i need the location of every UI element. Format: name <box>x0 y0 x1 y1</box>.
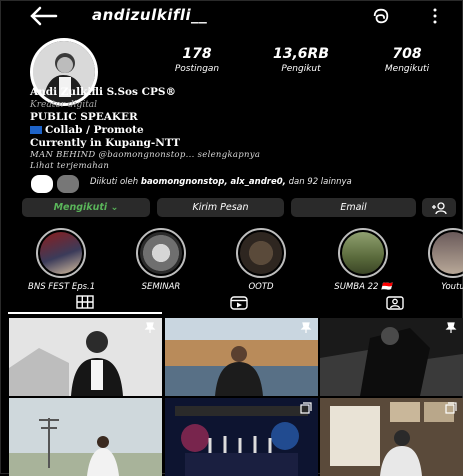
tagged-icon <box>386 296 404 310</box>
pin-icon <box>445 322 457 333</box>
stat-posts[interactable]: 178 Postingan <box>152 46 242 74</box>
bio-translate-link[interactable]: Lihat terjemahan <box>30 161 109 171</box>
post-tile-4[interactable] <box>9 398 162 476</box>
profile-username: andizulkifli__ <box>92 6 208 24</box>
highlight-label: SUMBA 22 🇮🇩 <box>334 282 392 292</box>
post-image <box>9 398 162 476</box>
more-vertical-icon[interactable] <box>432 8 438 24</box>
followed-by-prefix: Diikuti oleh <box>90 177 141 187</box>
stat-following-label: Mengikuti <box>384 64 430 74</box>
bio-line-4[interactable]: MAN BEHIND @baomongnonstop... selengkapn… <box>30 150 260 160</box>
followed-by-avatars[interactable] <box>30 174 82 194</box>
post-tile-6[interactable] <box>320 398 463 476</box>
highlight-youtube[interactable]: Youtu <box>420 228 463 292</box>
highlight-ring <box>428 228 463 278</box>
add-person-icon <box>432 201 447 214</box>
post-tile-2[interactable] <box>165 318 318 396</box>
following-button[interactable]: Mengikuti ⌄ <box>22 198 150 217</box>
grid-icon <box>76 295 94 309</box>
highlight-ring <box>236 228 286 278</box>
highlight-seminar[interactable]: SEMINAR <box>128 228 194 292</box>
add-person-button[interactable] <box>422 198 456 217</box>
highlight-ring <box>136 228 186 278</box>
tab-posts-grid[interactable] <box>8 292 162 314</box>
highlight-image <box>432 232 463 274</box>
post-image <box>320 318 463 396</box>
highlight-image <box>40 232 82 274</box>
stat-followers[interactable]: 13,6RB Pengikut <box>256 46 346 74</box>
pin-icon <box>300 322 312 333</box>
bio-line-2: Collab / Promote <box>30 124 144 136</box>
tab-tagged[interactable] <box>318 292 463 314</box>
profile-header: andizulkifli__ <box>0 0 463 34</box>
follower-avatar-2 <box>56 174 80 194</box>
threads-icon[interactable] <box>372 7 390 25</box>
post-tile-5[interactable] <box>165 398 318 476</box>
post-image <box>9 318 162 396</box>
highlight-label: BNS FEST Eps.1 <box>28 282 96 292</box>
carousel-icon <box>300 402 312 414</box>
highlight-image <box>240 232 282 274</box>
highlight-bns-fest[interactable]: BNS FEST Eps.1 <box>28 228 96 292</box>
followed-by-suffix: dan 92 lainnya <box>285 177 352 187</box>
post-image <box>165 318 318 396</box>
followed-by-text[interactable]: Diikuti oleh baomongnonstop, alx_andre0,… <box>90 177 352 187</box>
post-tile-3[interactable] <box>320 318 463 396</box>
highlight-image <box>342 232 384 274</box>
highlight-ring <box>338 228 388 278</box>
post-tile-1[interactable] <box>9 318 162 396</box>
highlight-label: Youtu <box>441 282 463 292</box>
pin-icon <box>144 322 156 333</box>
arrow-left-icon[interactable] <box>28 4 58 28</box>
post-image <box>320 398 463 476</box>
carousel-icon <box>445 402 457 414</box>
highlight-ootd[interactable]: OOTD <box>228 228 294 292</box>
post-image <box>165 398 318 476</box>
highlight-ring <box>36 228 86 278</box>
followed-by-names: baomongnonstop, alx_andre0, <box>140 177 286 187</box>
highlight-label: OOTD <box>248 282 274 292</box>
bio-line-3: Currently in Kupang-NTT <box>30 137 181 149</box>
highlight-sumba[interactable]: SUMBA 22 🇮🇩 <box>330 228 396 292</box>
stat-following[interactable]: 708 Mengikuti <box>362 46 452 74</box>
bio-line-1: PUBLIC SPEAKER <box>30 111 138 123</box>
stat-following-value: 708 <box>392 46 422 62</box>
bio-line-2-text: Collab / Promote <box>45 124 144 136</box>
reels-icon <box>230 296 248 310</box>
send-message-button[interactable]: Kirim Pesan <box>157 198 284 217</box>
profile-tabs <box>0 292 463 314</box>
bio-category: Kreator digital <box>30 100 98 110</box>
flag-icon <box>30 126 42 134</box>
stat-posts-value: 178 <box>182 46 212 62</box>
follower-avatar-1 <box>30 174 54 194</box>
email-button[interactable]: Email <box>291 198 416 217</box>
bio-name: Andi Zulkifli S.Sos CPS® <box>30 86 176 98</box>
tab-reels[interactable] <box>162 292 316 314</box>
stat-followers-value: 13,6RB <box>273 46 329 62</box>
highlight-image <box>140 232 182 274</box>
stat-followers-label: Pengikut <box>281 64 321 74</box>
highlight-label: SEMINAR <box>141 282 181 292</box>
stat-posts-label: Postingan <box>174 64 220 74</box>
